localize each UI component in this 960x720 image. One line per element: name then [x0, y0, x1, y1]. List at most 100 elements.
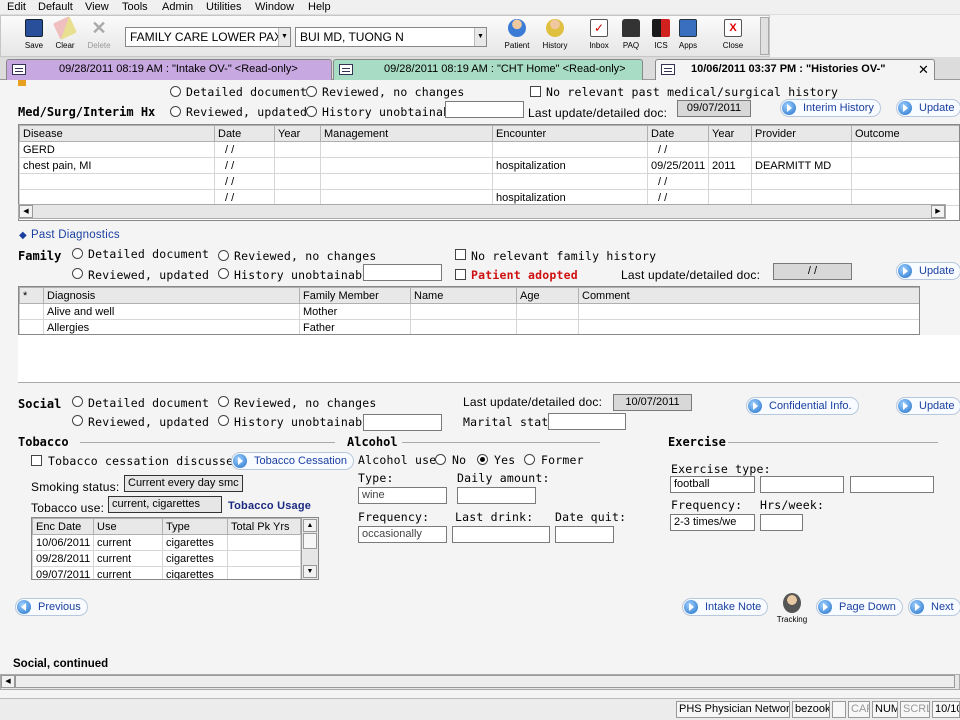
patient-button[interactable]: Patient [499, 19, 535, 50]
hrs-week-field[interactable] [760, 514, 803, 531]
table-cell[interactable]: 09/07/2011 [32, 566, 94, 579]
delete-button[interactable]: ✕ Delete [81, 19, 117, 50]
table-cell[interactable]: cigarettes [162, 550, 228, 567]
table-cell[interactable] [578, 303, 919, 320]
tobacco-usage-link[interactable]: Tobacco Usage [228, 500, 311, 512]
medsurg-unobtainable-field[interactable] [445, 101, 524, 118]
family-unobtainable-radio[interactable] [218, 268, 229, 279]
scroll-thumb[interactable] [303, 533, 317, 549]
table-cell[interactable]: / / [647, 173, 709, 190]
tobacco-cessation-button[interactable]: Tobacco Cessation [231, 452, 354, 470]
table-row[interactable]: Allergies Father [19, 319, 919, 334]
table-cell[interactable] [851, 157, 959, 174]
table-cell[interactable] [274, 173, 321, 190]
clear-button[interactable]: Clear [47, 16, 83, 50]
column-header[interactable]: Comment [578, 287, 919, 304]
location-dropdown[interactable]: FAMILY CARE LOWER PAX ▼ [125, 27, 291, 47]
column-header[interactable]: Diagnosis [43, 287, 300, 304]
table-cell[interactable]: Alive and well [43, 303, 300, 320]
scroll-left-icon[interactable]: ◀ [1, 675, 15, 688]
table-cell[interactable]: current [93, 534, 163, 551]
marital-status-field[interactable] [548, 413, 626, 430]
column-header[interactable]: Provider [751, 125, 852, 142]
table-cell[interactable] [851, 173, 959, 190]
close-button[interactable]: X Close [715, 19, 751, 50]
table-cell[interactable] [19, 319, 44, 334]
menu-admin[interactable]: Admin [162, 1, 193, 13]
table-cell[interactable]: cigarettes [162, 566, 228, 579]
family-update-button[interactable]: Update [896, 262, 960, 280]
social-update-button[interactable]: Update [896, 397, 960, 415]
table-cell[interactable] [19, 303, 44, 320]
menu-edit[interactable]: Edit [7, 1, 26, 13]
exercise-type-field-3[interactable] [850, 476, 934, 493]
medsurg-unobtainable-radio[interactable] [306, 106, 317, 117]
medsurg-horizontal-scrollbar[interactable]: ◀ ▶ [18, 204, 946, 219]
interim-history-button[interactable]: Interim History [780, 99, 881, 117]
table-cell[interactable]: current [93, 566, 163, 579]
alcohol-former-radio[interactable] [524, 454, 535, 465]
patient-adopted-checkbox[interactable] [455, 269, 466, 280]
toolbar-grip[interactable] [760, 17, 769, 55]
exercise-type-field-1[interactable]: football [670, 476, 755, 493]
table-cell[interactable] [19, 173, 215, 190]
tab-intake-ov[interactable]: 09/28/2011 08:19 AM : "Intake OV-" <Read… [6, 59, 332, 80]
column-header[interactable]: Total Pk Yrs [227, 518, 301, 535]
table-cell[interactable]: / / [214, 157, 275, 174]
past-diagnostics-link[interactable]: Past Diagnostics [31, 229, 120, 241]
menu-view[interactable]: View [85, 1, 109, 13]
family-unobtainable-field[interactable] [363, 264, 442, 281]
table-cell[interactable] [516, 319, 579, 334]
column-header[interactable]: Date [214, 125, 275, 142]
scroll-down-icon[interactable]: ▼ [303, 565, 317, 578]
history-button[interactable]: History [537, 19, 573, 50]
table-cell[interactable]: 09/25/2011 [647, 157, 709, 174]
social-detailed-radio[interactable] [72, 396, 83, 407]
tobacco-cessation-checkbox[interactable] [31, 455, 42, 466]
table-cell[interactable] [578, 319, 919, 334]
medsurg-update-button[interactable]: Update [896, 99, 960, 117]
next-button[interactable]: Next [908, 598, 960, 616]
table-cell[interactable]: 09/28/2011 [32, 550, 94, 567]
previous-button[interactable]: Previous [15, 598, 88, 616]
alcohol-type-field[interactable]: wine [358, 487, 447, 504]
table-cell[interactable] [410, 319, 517, 334]
menu-utilities[interactable]: Utilities [206, 1, 241, 13]
table-cell[interactable] [320, 173, 493, 190]
table-cell[interactable] [274, 141, 321, 158]
medsurg-reviewed-no-radio[interactable] [306, 86, 317, 97]
alcohol-frequency-field[interactable]: occasionally [358, 526, 447, 543]
table-cell[interactable] [227, 550, 301, 567]
table-row[interactable]: 09/07/2011 current cigarettes [32, 566, 301, 579]
tobacco-vertical-scrollbar[interactable]: ▲ ▼ [301, 518, 318, 579]
social-unobtainable-radio[interactable] [218, 415, 229, 426]
alcohol-no-radio[interactable] [435, 454, 446, 465]
confidential-info-button[interactable]: Confidential Info. [746, 397, 859, 415]
family-detailed-radio[interactable] [72, 248, 83, 259]
menu-window[interactable]: Window [255, 1, 294, 13]
table-cell[interactable] [751, 173, 852, 190]
menu-tools[interactable]: Tools [122, 1, 148, 13]
column-header[interactable]: Year [708, 125, 752, 142]
medsurg-no-relevant-checkbox[interactable] [530, 86, 541, 97]
column-header[interactable]: Year [274, 125, 321, 142]
last-drink-field[interactable] [452, 526, 550, 543]
table-row[interactable]: / / / / [19, 173, 959, 190]
column-header[interactable]: Type [162, 518, 228, 535]
table-cell[interactable]: chest pain, MI [19, 157, 215, 174]
medsurg-reviewed-up-radio[interactable] [170, 106, 181, 117]
daily-amount-field[interactable] [457, 487, 536, 504]
table-cell[interactable] [708, 141, 752, 158]
table-cell[interactable] [708, 173, 752, 190]
inbox-button[interactable]: ✓ Inbox [581, 19, 617, 50]
social-reviewed-up-radio[interactable] [72, 415, 83, 426]
table-cell[interactable]: 2011 [708, 157, 752, 174]
table-cell[interactable] [227, 566, 301, 579]
family-reviewed-up-radio[interactable] [72, 268, 83, 279]
close-tab-icon[interactable]: ✕ [918, 60, 929, 79]
table-cell[interactable] [516, 303, 579, 320]
table-cell[interactable]: / / [214, 141, 275, 158]
table-cell[interactable]: hospitalization [492, 157, 648, 174]
table-row[interactable]: 10/06/2011 current cigarettes [32, 534, 301, 551]
apps-button[interactable]: Apps [670, 19, 706, 50]
